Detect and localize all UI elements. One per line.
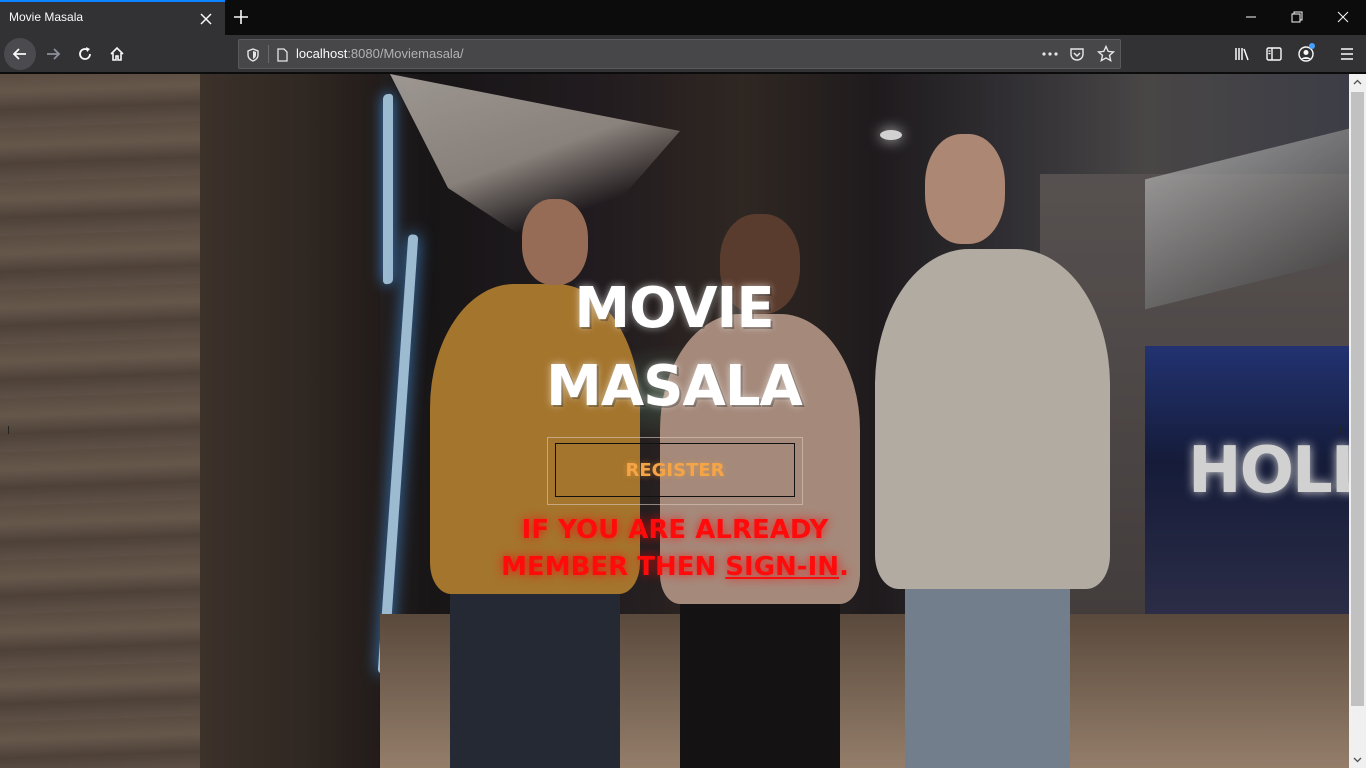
title-line-1: MOVIE [574,276,774,341]
tab-movie-masala[interactable]: Movie Masala [0,0,225,35]
star-icon[interactable] [1096,44,1116,63]
arrow-right-icon[interactable] [37,38,69,70]
window-close-icon[interactable] [1320,0,1366,33]
chevron-up-icon[interactable] [1349,74,1366,91]
arrow-left-icon[interactable] [4,38,36,70]
page-icon[interactable] [275,47,289,62]
signin-prompt: IF YOU ARE ALREADY MEMBER THEN SIGN-IN. [474,512,876,586]
sidebar-icon[interactable] [1263,43,1285,65]
notification-dot [1309,43,1315,49]
edge-marker [8,426,9,434]
url-bar[interactable]: localhost:8080/Moviemasala/ [238,39,1121,69]
close-icon[interactable] [199,11,213,25]
register-button[interactable]: REGISTER [555,443,795,497]
chevron-down-icon[interactable] [1349,751,1366,768]
tab-strip: Movie Masala [0,0,1366,35]
url-text[interactable]: localhost:8080/Moviemasala/ [296,46,464,61]
page-title: MOVIE MASALA [474,270,874,426]
signin-suffix: . [839,552,849,582]
home-icon[interactable] [101,38,133,70]
url-path: :8080/Moviemasala/ [347,46,464,61]
ellipsis-icon[interactable] [1040,44,1060,64]
scroll-thumb[interactable] [1351,92,1364,706]
account-icon[interactable] [1295,43,1317,65]
minimize-icon[interactable] [1228,0,1274,33]
library-icon[interactable] [1231,43,1253,65]
edge-marker [1340,426,1341,434]
nav-bar: localhost:8080/Moviemasala/ [0,35,1366,73]
signin-link[interactable]: SIGN-IN [725,552,839,582]
shield-icon[interactable] [246,47,260,62]
hamburger-icon[interactable] [1336,43,1358,65]
hero-section: MOVIE MASALA REGISTER IF YOU ARE ALREADY… [0,74,1349,768]
url-separator [268,45,269,63]
plus-icon[interactable] [231,7,251,27]
reload-icon[interactable] [69,38,101,70]
vertical-scrollbar[interactable] [1349,74,1366,768]
url-host: localhost [296,46,348,61]
restore-icon[interactable] [1274,0,1320,33]
pocket-icon[interactable] [1069,46,1085,62]
title-line-2: MASALA [546,354,803,419]
page-viewport: HOLLY MOVIE MASALA REGISTER IF YOU ARE A… [0,74,1349,768]
tab-title: Movie Masala [9,10,84,24]
